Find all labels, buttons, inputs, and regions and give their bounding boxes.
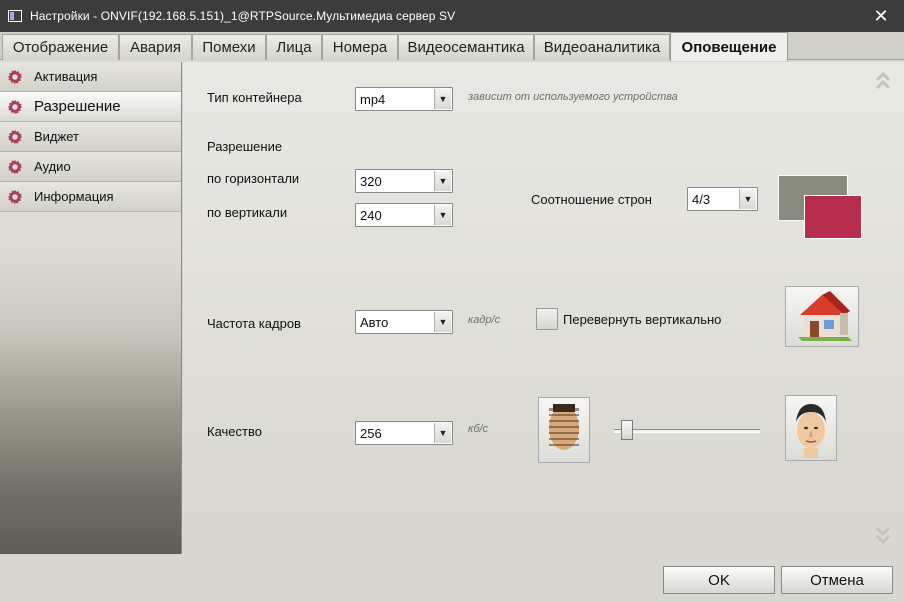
sidebar-item-resolution[interactable]: Разрешение <box>0 92 181 122</box>
horizontal-resolution-value: 320 <box>360 173 382 189</box>
sidebar-item-label: Информация <box>34 189 114 204</box>
app-icon <box>8 10 22 22</box>
aspect-front-rect <box>804 195 862 239</box>
sidebar-item-label: Разрешение <box>34 98 121 115</box>
high-quality-face <box>785 395 837 461</box>
quality-slider-handle[interactable] <box>620 420 633 440</box>
vertical-label: по вертикали <box>207 205 288 220</box>
container-type-value: mp4 <box>360 91 386 107</box>
sidebar-item-info[interactable]: Информация <box>0 182 181 212</box>
scroll-up-icon[interactable] <box>874 68 892 94</box>
tab-alarm[interactable]: Авария <box>119 34 192 60</box>
tab-video-analytics[interactable]: Видеоаналитика <box>534 34 670 60</box>
quality-label: Качество <box>207 424 262 439</box>
horizontal-label: по горизонтали <box>207 171 300 186</box>
resolution-section-label: Разрешение <box>207 139 283 154</box>
container-type-hint: зависит от используемого устройства <box>468 91 678 103</box>
low-quality-face <box>538 397 590 463</box>
gear-icon <box>6 188 24 206</box>
cancel-button[interactable]: Отмена <box>781 566 893 594</box>
tab-noise[interactable]: Помехи <box>192 34 266 60</box>
chevron-down-icon: ▼ <box>434 312 451 332</box>
close-icon[interactable]: ✕ <box>858 0 904 32</box>
aspect-ratio-value: 4/3 <box>692 191 711 207</box>
container-type-select[interactable]: mp4 ▼ <box>355 87 453 111</box>
framerate-label: Частота кадров <box>207 316 301 331</box>
aspect-ratio-select[interactable]: 4/3 ▼ <box>687 187 758 211</box>
horizontal-resolution-select[interactable]: 320 ▼ <box>355 169 453 193</box>
quality-slider-track[interactable] <box>614 429 760 433</box>
flip-vertical-checkbox[interactable] <box>536 308 558 330</box>
settings-panel: Тип контейнера mp4 ▼ зависит от использу… <box>183 62 904 554</box>
chevron-down-icon: ▼ <box>739 189 756 209</box>
tab-plates[interactable]: Номера <box>322 34 398 60</box>
gear-icon <box>6 68 24 86</box>
scroll-down-icon[interactable] <box>874 522 892 548</box>
window-title: Настройки - ONVIF(192.168.5.151)_1@RTPSo… <box>30 9 456 23</box>
chevron-down-icon: ▼ <box>434 89 451 109</box>
quality-value: 256 <box>360 425 382 441</box>
sidebar: Активация Разрешение Виджет Аудио Информ… <box>0 62 182 554</box>
framerate-select[interactable]: Авто ▼ <box>355 310 453 334</box>
framerate-value: Авто <box>360 314 389 330</box>
framerate-unit: кадр/с <box>468 314 501 326</box>
gear-icon <box>6 128 24 146</box>
aspect-ratio-preview <box>778 175 862 239</box>
vertical-resolution-select[interactable]: 240 ▼ <box>355 203 453 227</box>
pixelated-face-icon <box>549 404 579 450</box>
container-type-label: Тип контейнера <box>207 90 302 105</box>
gear-icon <box>6 98 24 116</box>
face-icon <box>796 404 826 458</box>
home-button[interactable] <box>785 286 859 347</box>
sidebar-item-widget[interactable]: Виджет <box>0 122 181 152</box>
title-bar: Настройки - ONVIF(192.168.5.151)_1@RTPSo… <box>0 0 904 32</box>
tab-notification[interactable]: Оповещение <box>670 32 788 61</box>
chevron-down-icon: ▼ <box>434 423 451 443</box>
tab-bar: Отображение Авария Помехи Лица Номера Ви… <box>0 32 904 61</box>
tab-faces[interactable]: Лица <box>266 34 322 60</box>
chevron-down-icon: ▼ <box>434 205 451 225</box>
vertical-resolution-value: 240 <box>360 207 382 223</box>
sidebar-item-activation[interactable]: Активация <box>0 62 181 92</box>
quality-select[interactable]: 256 ▼ <box>355 421 453 445</box>
chevron-down-icon: ▼ <box>434 171 451 191</box>
sidebar-item-label: Аудио <box>34 159 71 174</box>
tab-video-semantics[interactable]: Видеосемантика <box>398 34 534 60</box>
quality-unit: кб/с <box>468 423 489 435</box>
flip-vertical-label: Перевернуть вертикально <box>563 312 722 327</box>
house-icon <box>798 291 852 341</box>
sidebar-item-label: Виджет <box>34 129 79 144</box>
aspect-ratio-label: Соотношение строн <box>531 192 652 207</box>
gear-icon <box>6 158 24 176</box>
sidebar-item-audio[interactable]: Аудио <box>0 152 181 182</box>
tab-display[interactable]: Отображение <box>2 34 119 60</box>
ok-button[interactable]: OK <box>663 566 775 594</box>
sidebar-item-label: Активация <box>34 69 98 84</box>
